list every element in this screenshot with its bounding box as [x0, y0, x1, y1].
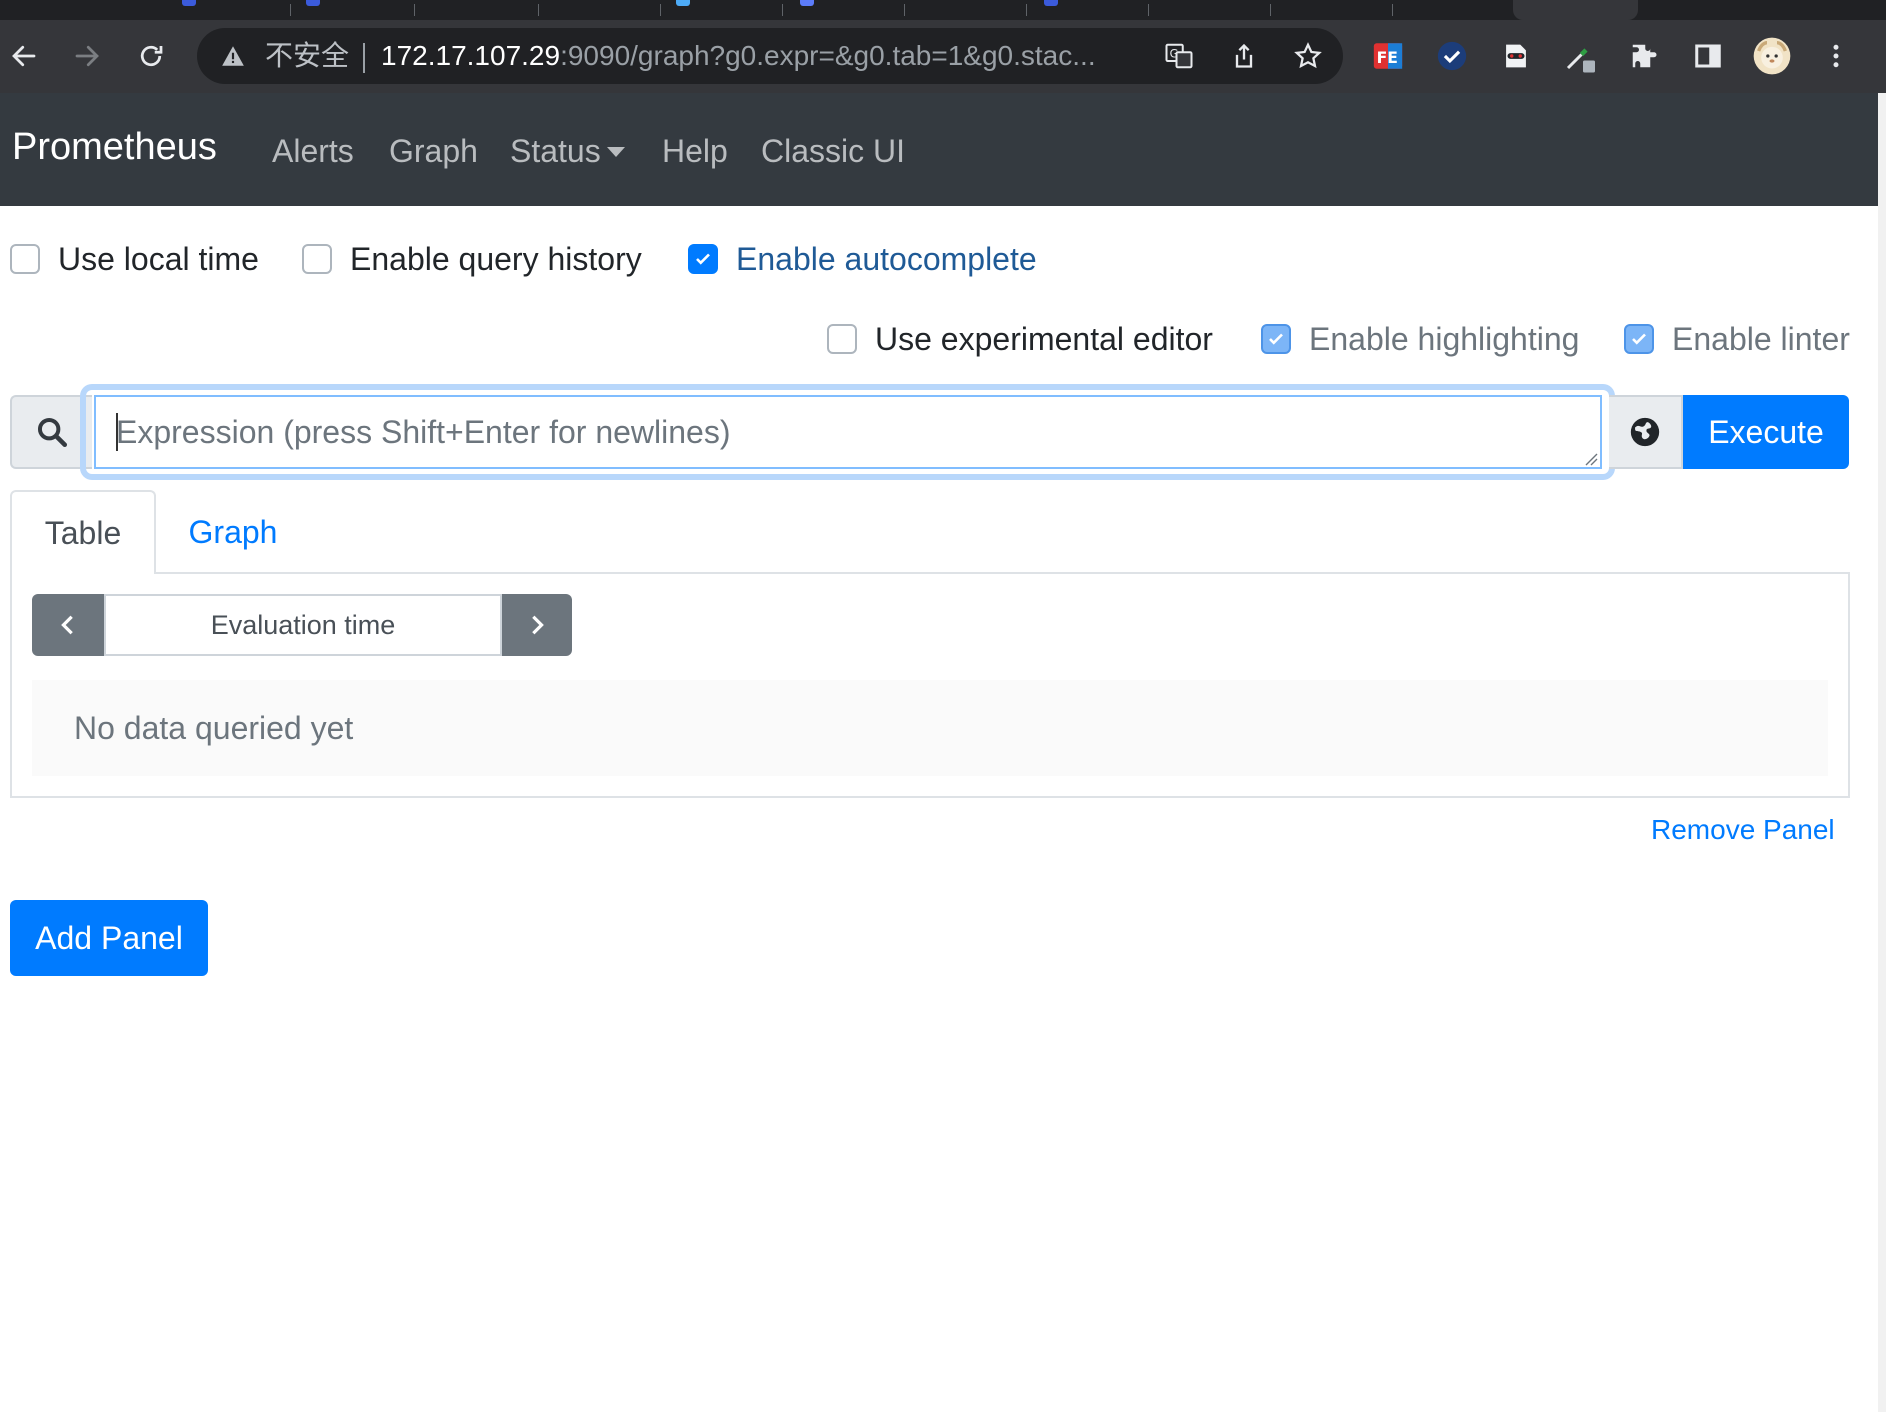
expression-focus-ring: Expression (press Shift+Enter for newlin… [86, 390, 1609, 474]
back-icon[interactable] [4, 36, 44, 76]
option-use-experimental-editor[interactable]: Use experimental editor [827, 319, 1213, 359]
tab-separator [290, 4, 291, 16]
check-icon [1269, 333, 1283, 345]
execute-button[interactable]: Execute [1683, 395, 1849, 469]
tab-separator [538, 4, 539, 16]
checkbox[interactable] [10, 244, 40, 274]
evaluation-time-placeholder: Evaluation time [210, 609, 396, 640]
chevron-right-icon [532, 615, 544, 635]
tab-favicon[interactable] [182, 0, 196, 6]
warning-icon[interactable] [213, 36, 253, 76]
address-divider [363, 42, 366, 73]
navbar: Prometheus Alerts Graph Status Help Clas… [0, 93, 1878, 206]
reload-icon[interactable] [131, 36, 171, 76]
metrics-explorer-button[interactable] [1609, 395, 1683, 469]
checkbox[interactable] [827, 324, 857, 354]
browser-toolbar: 不安全 172.17.107.29:9090/graph?g0.expr=&g0.… [0, 20, 1886, 93]
profile-avatar[interactable] [1752, 36, 1792, 76]
nav-alerts[interactable]: Alerts [272, 93, 354, 209]
url-path: :9090/graph?g0.expr=&g0.tab=1&g0.stac... [560, 40, 1096, 71]
checkbox-checked[interactable] [1624, 324, 1654, 354]
url-host: 172.17.107.29 [381, 40, 561, 71]
star-icon[interactable] [1288, 36, 1328, 76]
text-cursor [116, 413, 118, 451]
kebab-menu-icon[interactable] [1816, 36, 1856, 76]
search-icon [37, 417, 68, 448]
tab-graph[interactable]: Graph [160, 490, 306, 574]
check-icon [1632, 333, 1646, 345]
eval-time-next-button[interactable] [502, 594, 572, 656]
extension-glasses-icon[interactable] [1496, 36, 1536, 76]
browser-tab-active[interactable] [1513, 0, 1638, 20]
expression-input[interactable]: Expression (press Shift+Enter for newlin… [94, 395, 1602, 469]
tab-separator [1270, 4, 1271, 16]
nav-help[interactable]: Help [662, 93, 728, 209]
option-label: Enable query history [350, 240, 642, 277]
page-scrollbar[interactable] [1878, 93, 1886, 1412]
sidepanel-icon[interactable] [1688, 36, 1728, 76]
globe-icon [1630, 417, 1660, 447]
tab-favicon[interactable] [306, 0, 320, 6]
tab-separator [904, 4, 905, 16]
eval-time-prev-button[interactable] [32, 594, 104, 656]
tab-favicon[interactable] [1044, 0, 1058, 6]
tab-separator [414, 4, 415, 16]
resize-grip-icon[interactable] [1584, 452, 1598, 466]
tab-separator [1148, 4, 1149, 16]
share-icon[interactable] [1224, 36, 1264, 76]
tab-separator [782, 4, 783, 16]
puzzle-icon[interactable] [1624, 36, 1664, 76]
option-enable-query-history[interactable]: Enable query history [302, 239, 642, 279]
option-enable-highlighting[interactable]: Enable highlighting [1261, 319, 1579, 359]
option-label: Enable highlighting [1309, 320, 1580, 357]
option-enable-autocomplete[interactable]: Enable autocomplete [688, 239, 1037, 279]
expression-placeholder: Expression (press Shift+Enter for newlin… [116, 414, 731, 450]
nav-classic-ui[interactable]: Classic UI [761, 93, 905, 209]
remove-panel-link[interactable]: Remove Panel [1651, 810, 1835, 850]
insecure-label: 不安全 [265, 40, 350, 71]
forward-icon[interactable] [67, 36, 107, 76]
option-enable-linter[interactable]: Enable linter [1624, 319, 1850, 359]
svg-text:FE: FE [1377, 49, 1398, 67]
option-label: Enable linter [1672, 320, 1850, 357]
tab-separator [660, 4, 661, 16]
extension-eyedropper-icon[interactable] [1560, 36, 1600, 76]
tab-favicon[interactable] [676, 0, 690, 6]
tab-separator [1392, 4, 1393, 16]
nav-graph[interactable]: Graph [389, 93, 478, 209]
checkbox[interactable] [302, 244, 332, 274]
empty-state-text: No data queried yet [74, 710, 354, 746]
nav-status-dropdown[interactable]: Status [510, 93, 625, 209]
checkbox-checked[interactable] [1261, 324, 1291, 354]
browser-tab-strip [0, 0, 1886, 20]
extension-fe-icon[interactable]: FE [1368, 36, 1408, 76]
check-icon [696, 253, 710, 265]
option-label: Enable autocomplete [736, 240, 1037, 277]
extension-check-icon[interactable] [1432, 36, 1472, 76]
chevron-left-icon [61, 615, 73, 635]
tab-separator [1026, 4, 1027, 16]
add-panel-button[interactable]: Add Panel [10, 900, 208, 976]
tab-table[interactable]: Table [10, 490, 156, 574]
translate-icon[interactable]: G [1159, 36, 1199, 76]
option-label: Use local time [58, 240, 259, 277]
tab-favicon[interactable] [800, 0, 814, 6]
nav-status-label: Status [510, 133, 601, 169]
brand-link[interactable]: Prometheus [12, 93, 217, 201]
search-addon [10, 395, 92, 469]
caret-down-icon [606, 146, 625, 157]
option-label: Use experimental editor [875, 320, 1213, 357]
evaluation-time-input[interactable]: Evaluation time [104, 594, 502, 656]
option-use-local-time[interactable]: Use local time [10, 239, 259, 279]
checkbox-checked[interactable] [688, 244, 718, 274]
